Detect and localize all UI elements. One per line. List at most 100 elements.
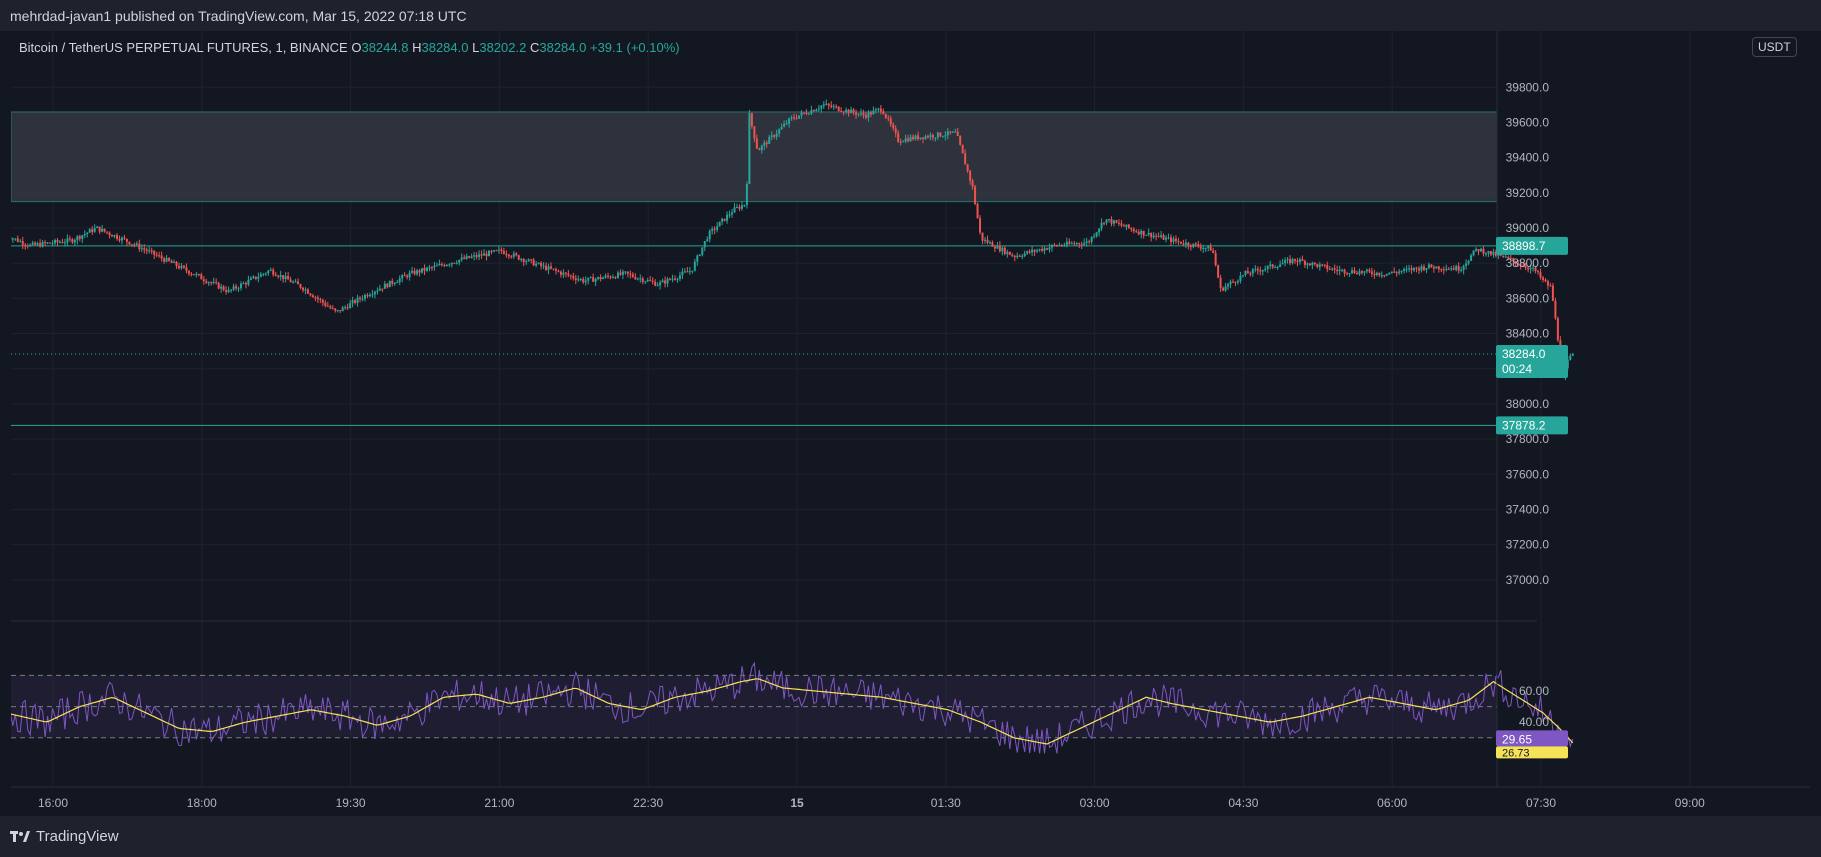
candle-body xyxy=(594,278,597,282)
candle-body xyxy=(785,123,788,125)
candle-body xyxy=(1375,272,1378,276)
candle-body xyxy=(706,239,709,242)
candle-body xyxy=(1294,258,1296,261)
candle-body xyxy=(1383,275,1386,277)
candle-body xyxy=(339,310,342,312)
candle-body xyxy=(225,290,228,292)
candle-body xyxy=(733,207,736,213)
candle-body xyxy=(51,243,54,245)
candle-body xyxy=(257,276,260,279)
candle-body xyxy=(986,239,989,243)
candle-body xyxy=(949,131,952,133)
candle-body xyxy=(440,264,443,266)
candle-body xyxy=(1120,223,1123,226)
price-chart-svg[interactable]: 39800.0 39600.0 39400.0 39200.0 39000.0 38800… xyxy=(11,31,1810,816)
candle-body xyxy=(969,170,972,181)
candle-body xyxy=(413,270,416,275)
candle-body xyxy=(599,277,602,280)
candle-body xyxy=(535,263,538,266)
candle-body xyxy=(631,274,634,277)
candle-body xyxy=(108,232,111,236)
candle-body xyxy=(1130,227,1133,230)
candle-body xyxy=(1261,269,1264,272)
candle-body xyxy=(287,275,290,280)
candle-body xyxy=(123,237,126,239)
candle-body xyxy=(1013,255,1016,258)
candle-body xyxy=(274,274,277,276)
tradingview-logo[interactable]: TradingView xyxy=(10,828,119,845)
candle-body xyxy=(1184,242,1187,245)
candle-body xyxy=(1336,269,1339,272)
candle-body xyxy=(1063,245,1066,247)
candle-body xyxy=(1452,268,1455,270)
candle-body xyxy=(68,238,71,240)
candle-body xyxy=(31,242,34,245)
candle-body xyxy=(837,106,840,111)
candle-body xyxy=(44,241,47,244)
candle-body xyxy=(542,265,545,267)
candle-body xyxy=(621,271,624,275)
candle-body xyxy=(912,136,915,140)
candle-body xyxy=(1425,268,1428,270)
price-tick-label: 37200.0 xyxy=(1506,538,1550,552)
currency-button[interactable]: USDT xyxy=(1752,37,1797,57)
candle-body xyxy=(795,118,798,120)
level-price-tag: 38898.7 xyxy=(1502,239,1546,253)
candle-body xyxy=(1008,251,1011,255)
candle-body xyxy=(309,293,312,296)
candle-body xyxy=(612,277,614,279)
candle-body xyxy=(1311,262,1314,266)
price-tick-label: 37600.0 xyxy=(1506,467,1550,481)
candle-body xyxy=(1083,242,1086,245)
candle-body xyxy=(314,297,317,299)
candle-body xyxy=(178,266,180,269)
candle-body xyxy=(708,230,711,240)
candle-body xyxy=(1160,235,1163,237)
candle-body xyxy=(383,283,386,289)
candle-body xyxy=(393,283,396,285)
candle-body xyxy=(1038,249,1041,251)
candle-body xyxy=(1331,268,1334,270)
candle-body xyxy=(1199,246,1202,249)
candle-body xyxy=(480,254,483,256)
price-tick-label: 39200.0 xyxy=(1506,186,1550,200)
candle-body xyxy=(597,277,600,279)
candle-body xyxy=(914,135,917,140)
chart-area[interactable]: 39800.0 39600.0 39400.0 39200.0 39000.0 38800… xyxy=(11,31,1810,816)
candle-body xyxy=(569,275,572,277)
candle-body xyxy=(1356,273,1358,275)
candle-body xyxy=(475,255,478,257)
candle-body xyxy=(438,264,441,266)
candle-body xyxy=(669,278,672,280)
candle-body xyxy=(66,238,69,243)
candle-body xyxy=(336,310,339,312)
candle-body xyxy=(448,264,451,266)
candle-body xyxy=(396,282,399,284)
candle-body xyxy=(1194,243,1197,245)
candle-body xyxy=(941,136,944,138)
candle-body xyxy=(120,237,123,241)
candle-body xyxy=(1388,273,1391,275)
candle-body xyxy=(639,278,642,280)
candle-body xyxy=(711,228,714,231)
time-tick-label: 22:30 xyxy=(633,796,663,810)
candle-body xyxy=(366,295,369,297)
candle-body xyxy=(1571,353,1574,356)
candle-body xyxy=(1279,264,1282,267)
candle-body xyxy=(1551,285,1554,301)
candle-body xyxy=(979,218,982,233)
candle-body xyxy=(195,274,198,276)
candle-body xyxy=(311,295,314,298)
candle-body xyxy=(1274,267,1277,269)
candle-body xyxy=(793,117,796,119)
candle-body xyxy=(130,244,133,246)
candle-body xyxy=(326,305,329,307)
candle-body xyxy=(279,275,282,277)
footer-bar: TradingView xyxy=(0,816,1821,857)
candle-body xyxy=(753,126,756,139)
candle-body xyxy=(1259,270,1262,272)
candle-body xyxy=(869,112,872,115)
candle-body xyxy=(1269,264,1272,266)
candle-body xyxy=(158,255,161,257)
candle-body xyxy=(1264,268,1267,270)
